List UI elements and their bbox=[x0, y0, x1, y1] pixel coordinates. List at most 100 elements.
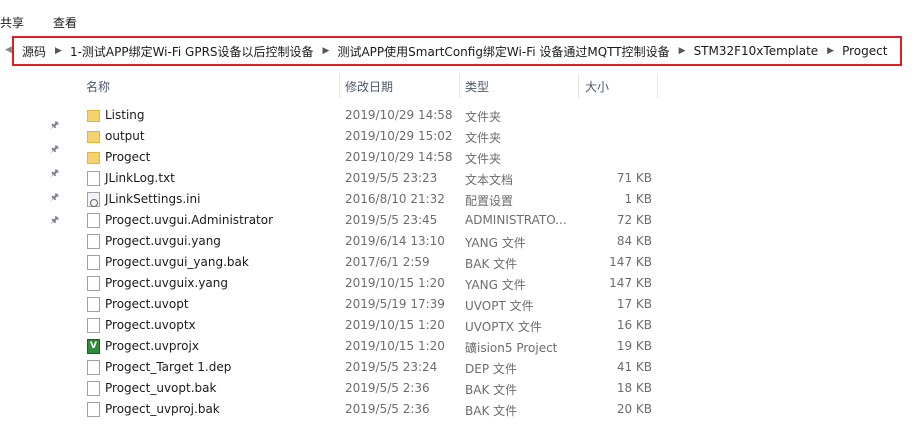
text-file-icon bbox=[87, 171, 100, 186]
file-size: 71 KB bbox=[616, 171, 652, 185]
folder-icon bbox=[87, 152, 100, 164]
file-icon bbox=[87, 276, 100, 291]
file-size: 84 KB bbox=[616, 234, 652, 248]
uvision-project-icon: V bbox=[87, 339, 100, 354]
column-header-type[interactable]: 类型 bbox=[465, 78, 489, 95]
column-header-date[interactable]: 修改日期 bbox=[345, 78, 393, 95]
breadcrumb-item[interactable]: 测试APP使用SmartConfig绑定Wi-Fi 设备通过MQTT控制设备 bbox=[329, 43, 669, 60]
file-size: 41 KB bbox=[616, 360, 652, 374]
file-name: JLinkLog.txt bbox=[105, 171, 175, 185]
file-row[interactable]: Progect.uvoptx 2019/10/15 1:20 UVOPTX 文件 16… bbox=[0, 315, 916, 336]
file-icon bbox=[87, 381, 100, 396]
file-size: 19 KB bbox=[616, 339, 652, 353]
file-date: 2019/5/5 23:45 bbox=[345, 213, 438, 227]
file-name: Listing bbox=[105, 108, 145, 122]
file-size: 1 KB bbox=[624, 192, 652, 206]
file-name: Progect bbox=[105, 150, 151, 164]
column-header-name[interactable]: 名称 bbox=[86, 78, 110, 95]
file-row[interactable]: output 2019/10/29 15:02 文件夹 bbox=[0, 126, 916, 147]
file-size: 18 KB bbox=[616, 381, 652, 395]
file-date: 2019/5/5 23:23 bbox=[345, 171, 438, 185]
file-row[interactable]: Progect_uvopt.bak 2019/5/5 2:36 BAK 文件 18 K… bbox=[0, 378, 916, 399]
file-type: UVOPTX 文件 bbox=[465, 320, 542, 334]
column-header-row: 名称 修改日期 类型 大小 bbox=[0, 74, 916, 98]
file-name: output bbox=[105, 129, 145, 143]
file-row[interactable]: Listing 2019/10/29 14:58 文件夹 bbox=[0, 105, 916, 126]
file-icon bbox=[87, 318, 100, 333]
menu-view[interactable]: 查看 bbox=[53, 14, 77, 31]
file-size: 16 KB bbox=[616, 318, 652, 332]
file-name: Progect_uvproj.bak bbox=[105, 402, 220, 416]
file-date: 2019/10/29 15:02 bbox=[345, 129, 453, 143]
file-name: Progect_Target 1.dep bbox=[105, 360, 232, 374]
file-type: 文件夹 bbox=[465, 152, 502, 166]
file-date: 2017/6/1 2:59 bbox=[345, 255, 430, 269]
file-type: BAK 文件 bbox=[465, 383, 518, 397]
file-row[interactable]: Progect_uvproj.bak 2019/5/5 2:36 BAK 文件 20 … bbox=[0, 399, 916, 420]
file-date: 2019/10/29 14:58 bbox=[345, 108, 453, 122]
file-date: 2016/8/10 21:32 bbox=[345, 192, 445, 206]
file-name: Progect.uvgui.yang bbox=[105, 234, 221, 248]
breadcrumb: 源码 ▶ 1-测试APP绑定Wi-Fi GPRS设备以后控制设备 ▶ 测试APP… bbox=[14, 38, 887, 64]
folder-icon bbox=[87, 131, 100, 143]
chevron-left-icon[interactable]: ◀ bbox=[5, 45, 12, 55]
file-name: Progect.uvopt bbox=[105, 297, 189, 311]
file-row[interactable]: JLinkSettings.ini 2016/8/10 21:32 配置设置 1 KB bbox=[0, 189, 916, 210]
column-header-size[interactable]: 大小 bbox=[585, 78, 609, 95]
file-type: YANG 文件 bbox=[465, 236, 526, 250]
column-divider[interactable] bbox=[459, 74, 460, 98]
file-row[interactable]: Progect.uvgui.Administrator 2019/5/5 23:4… bbox=[0, 210, 916, 231]
file-type: 文件夹 bbox=[465, 110, 502, 124]
file-type: 礦ision5 Project bbox=[465, 341, 558, 355]
file-name: Progect.uvgui_yang.bak bbox=[105, 255, 249, 269]
menu-share[interactable]: 共享 bbox=[0, 14, 24, 31]
file-date: 2019/10/15 1:20 bbox=[345, 318, 445, 332]
folder-icon bbox=[87, 110, 100, 122]
breadcrumb-item[interactable]: Progect bbox=[834, 44, 887, 58]
breadcrumb-item[interactable]: 源码 bbox=[14, 43, 46, 60]
chevron-right-icon[interactable]: ▶ bbox=[314, 46, 330, 56]
column-divider[interactable] bbox=[339, 74, 340, 98]
file-size: 72 KB bbox=[616, 213, 652, 227]
file-size: 17 KB bbox=[616, 297, 652, 311]
file-row[interactable]: Progect.uvguix.yang 2019/10/15 1:20 YANG 文… bbox=[0, 273, 916, 294]
settings-file-icon bbox=[87, 192, 100, 207]
chevron-right-icon[interactable]: ▶ bbox=[818, 46, 834, 56]
column-divider[interactable] bbox=[657, 74, 658, 98]
file-row[interactable]: Progect.uvopt 2019/5/19 17:39 UVOPT 文件 17 K… bbox=[0, 294, 916, 315]
file-type: YANG 文件 bbox=[465, 278, 526, 292]
file-size: 147 KB bbox=[609, 255, 652, 269]
file-date: 2019/6/14 13:10 bbox=[345, 234, 445, 248]
file-type: BAK 文件 bbox=[465, 257, 518, 271]
breadcrumb-item[interactable]: STM32F10xTemplate bbox=[686, 44, 819, 58]
column-divider[interactable] bbox=[578, 74, 579, 98]
file-date: 2019/10/29 14:58 bbox=[345, 150, 453, 164]
file-date: 2019/5/19 17:39 bbox=[345, 297, 445, 311]
file-date: 2019/10/15 1:20 bbox=[345, 339, 445, 353]
file-icon bbox=[87, 402, 100, 417]
breadcrumb-item[interactable]: 1-测试APP绑定Wi-Fi GPRS设备以后控制设备 bbox=[62, 43, 314, 60]
file-date: 2019/10/15 1:20 bbox=[345, 276, 445, 290]
file-name: Progect.uvprojx bbox=[105, 339, 199, 353]
file-type: ADMINISTRATO... bbox=[465, 213, 567, 227]
file-row[interactable]: JLinkLog.txt 2019/5/5 23:23 文本文档 71 KB bbox=[0, 168, 916, 189]
chevron-right-icon[interactable]: ▶ bbox=[46, 46, 62, 56]
file-name: Progect.uvguix.yang bbox=[105, 276, 229, 290]
file-icon bbox=[87, 297, 100, 312]
file-type: DEP 文件 bbox=[465, 362, 517, 376]
file-size: 147 KB bbox=[609, 276, 652, 290]
address-bar[interactable]: 源码 ▶ 1-测试APP绑定Wi-Fi GPRS设备以后控制设备 ▶ 测试APP… bbox=[12, 36, 902, 66]
chevron-right-icon[interactable]: ▶ bbox=[670, 46, 686, 56]
file-type: 文件夹 bbox=[465, 131, 502, 145]
file-type: BAK 文件 bbox=[465, 404, 518, 418]
file-row[interactable]: Progect.uvgui_yang.bak 2017/6/1 2:59 BAK 文… bbox=[0, 252, 916, 273]
file-row[interactable]: Progect_Target 1.dep 2019/5/5 23:24 DEP 文件… bbox=[0, 357, 916, 378]
file-icon bbox=[87, 255, 100, 270]
file-row[interactable]: Progect 2019/10/29 14:58 文件夹 bbox=[0, 147, 916, 168]
file-date: 2019/5/5 23:24 bbox=[345, 360, 438, 374]
file-name: Progect_uvopt.bak bbox=[105, 381, 217, 395]
file-icon bbox=[87, 234, 100, 249]
file-date: 2019/5/5 2:36 bbox=[345, 381, 430, 395]
file-row[interactable]: Progect.uvgui.yang 2019/6/14 13:10 YANG 文件… bbox=[0, 231, 916, 252]
file-row[interactable]: V Progect.uvprojx 2019/10/15 1:20 礦ision5 P… bbox=[0, 336, 916, 357]
